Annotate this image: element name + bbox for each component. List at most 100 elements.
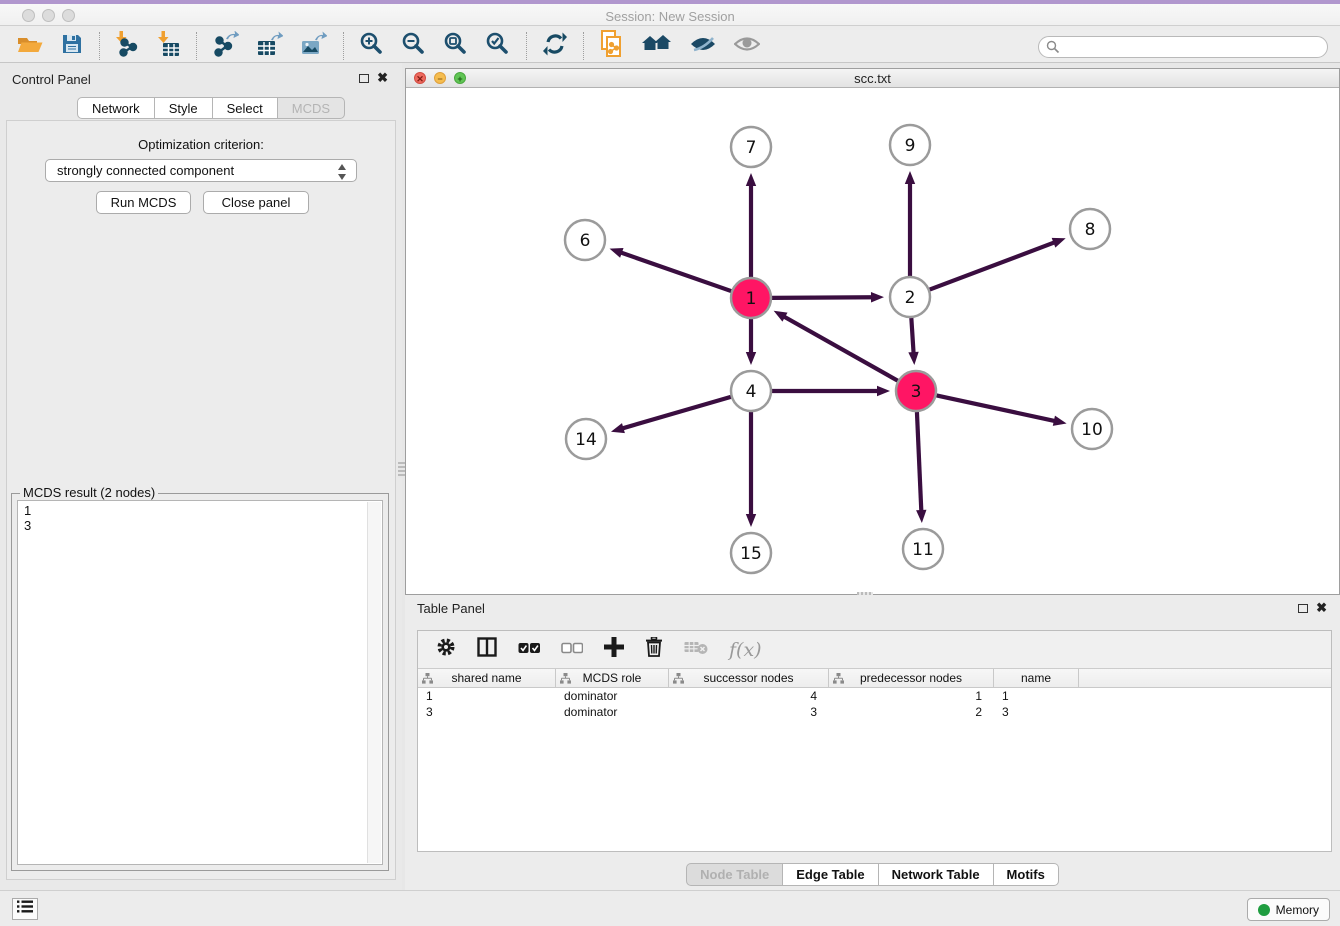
graph-node-label: 14 bbox=[575, 430, 597, 450]
eye-slash-icon bbox=[690, 34, 716, 59]
table-cell[interactable]: 2 bbox=[829, 704, 994, 720]
vertical-splitter-handle[interactable] bbox=[398, 462, 405, 478]
table-cell[interactable]: 3 bbox=[994, 704, 1079, 720]
graph-edge-arrowhead bbox=[871, 292, 884, 302]
export-network-button[interactable] bbox=[204, 31, 248, 61]
graph-edge-2-3[interactable] bbox=[911, 318, 913, 355]
criterion-dropdown[interactable]: strongly connected component bbox=[45, 159, 357, 182]
table-cell[interactable]: 3 bbox=[669, 704, 829, 720]
graph-edge-arrowhead bbox=[746, 352, 756, 365]
graph-edge-2-8[interactable] bbox=[930, 242, 1057, 290]
search-input[interactable] bbox=[1038, 36, 1328, 58]
attribute-tree-icon bbox=[560, 673, 571, 687]
zoom-fit-button[interactable] bbox=[435, 31, 477, 61]
table-cell[interactable]: 4 bbox=[669, 688, 829, 704]
table-row[interactable]: 3dominator323 bbox=[418, 704, 1331, 720]
toolbar-separator bbox=[196, 32, 197, 60]
zoom-in-button[interactable] bbox=[351, 31, 393, 61]
graph-node-label: 10 bbox=[1081, 420, 1103, 440]
tab-motifs[interactable]: Motifs bbox=[994, 863, 1059, 886]
table-cell[interactable]: 1 bbox=[994, 688, 1079, 704]
graph-edge-4-14[interactable] bbox=[621, 397, 731, 429]
tab-select[interactable]: Select bbox=[213, 97, 278, 119]
table-cell[interactable]: 1 bbox=[829, 688, 994, 704]
close-table-panel-icon[interactable]: ✖ bbox=[1316, 600, 1327, 616]
hide-panels-button[interactable] bbox=[681, 31, 725, 61]
table-settings-button[interactable] bbox=[428, 633, 464, 666]
table-panel: Table Panel ✖ f(x) shared name MCDS role… bbox=[405, 595, 1340, 890]
table-cell[interactable]: 1 bbox=[418, 688, 556, 704]
create-column-button[interactable] bbox=[596, 633, 632, 666]
graph-node-label: 15 bbox=[740, 544, 762, 564]
import-table-button[interactable] bbox=[149, 31, 189, 61]
network-window-title: scc.txt bbox=[406, 71, 1339, 86]
attribute-tree-icon bbox=[673, 673, 684, 687]
float-table-panel-icon[interactable] bbox=[1298, 604, 1308, 613]
table-row[interactable]: 1dominator411 bbox=[418, 688, 1331, 704]
scrollbar[interactable] bbox=[367, 502, 381, 863]
close-panel-button[interactable]: Close panel bbox=[203, 191, 309, 214]
table-cell[interactable]: 3 bbox=[418, 704, 556, 720]
tab-node-table[interactable]: Node Table bbox=[686, 863, 783, 886]
column-header-successor-nodes[interactable]: successor nodes bbox=[669, 669, 829, 687]
table-cell[interactable]: dominator bbox=[556, 688, 669, 704]
graph-edge-1-2[interactable] bbox=[772, 297, 874, 298]
delete-table-button[interactable] bbox=[676, 635, 716, 664]
function-builder-button[interactable]: f(x) bbox=[721, 635, 770, 665]
graph-edge-arrowhead bbox=[1053, 416, 1067, 426]
graph-edge-arrowhead bbox=[877, 386, 890, 396]
tab-style[interactable]: Style bbox=[155, 97, 213, 119]
column-header-predecessor-nodes[interactable]: predecessor nodes bbox=[829, 669, 994, 687]
select-all-columns-button[interactable] bbox=[510, 637, 548, 663]
tab-mcds[interactable]: MCDS bbox=[278, 97, 345, 119]
optimization-criterion-label: Optimization criterion: bbox=[7, 137, 395, 152]
network-canvas[interactable]: 7968124314101511 bbox=[406, 88, 1339, 594]
graph-edge-arrowhead bbox=[905, 171, 915, 184]
import-network-button[interactable] bbox=[107, 31, 149, 61]
column-header-shared-name[interactable]: shared name bbox=[418, 669, 556, 687]
home-view-button[interactable] bbox=[633, 31, 681, 61]
close-panel-icon[interactable]: ✖ bbox=[377, 70, 388, 86]
graph-edge-1-6[interactable] bbox=[619, 252, 731, 291]
zoom-selected-button[interactable] bbox=[477, 31, 519, 61]
show-panels-button[interactable] bbox=[725, 31, 769, 61]
open-session-button[interactable] bbox=[8, 31, 52, 61]
column-header-mcds-role[interactable]: MCDS role bbox=[556, 669, 669, 687]
graph-node-label: 2 bbox=[905, 288, 916, 308]
export-table-button[interactable] bbox=[248, 31, 292, 61]
table-panel-title: Table Panel bbox=[417, 601, 485, 616]
memory-label: Memory bbox=[1276, 903, 1319, 917]
graph-edge-3-1[interactable] bbox=[782, 316, 897, 381]
mcds-result-group: MCDS result (2 nodes) 1 3 bbox=[11, 493, 389, 871]
memory-button[interactable]: Memory bbox=[1247, 898, 1330, 921]
task-history-button[interactable] bbox=[12, 898, 38, 920]
clone-network-button[interactable] bbox=[591, 31, 633, 61]
home-houses-icon bbox=[642, 33, 672, 60]
zoom-fit-icon bbox=[444, 32, 468, 61]
graph-edge-3-11[interactable] bbox=[917, 412, 921, 513]
memory-status-icon bbox=[1258, 904, 1270, 916]
zoom-out-button[interactable] bbox=[393, 31, 435, 61]
show-column-panel-button[interactable] bbox=[469, 633, 505, 666]
zoom-selected-icon bbox=[486, 32, 510, 61]
import-table-icon bbox=[158, 31, 180, 62]
run-mcds-button[interactable]: Run MCDS bbox=[96, 191, 191, 214]
graph-edge-3-10[interactable] bbox=[937, 395, 1057, 421]
tab-network-table[interactable]: Network Table bbox=[879, 863, 994, 886]
network-view-window: ✕ − + scc.txt 7968124314101511 bbox=[405, 68, 1340, 595]
apply-layout-button[interactable] bbox=[534, 31, 576, 61]
graph-node-label: 4 bbox=[746, 382, 757, 402]
export-image-button[interactable] bbox=[292, 31, 336, 61]
mcds-result-text[interactable]: 1 3 bbox=[17, 500, 383, 865]
delete-column-button[interactable] bbox=[637, 633, 671, 666]
tab-network[interactable]: Network bbox=[77, 97, 155, 119]
table-cell[interactable]: dominator bbox=[556, 704, 669, 720]
column-header-name[interactable]: name bbox=[994, 669, 1079, 687]
save-session-button[interactable] bbox=[52, 31, 92, 61]
float-panel-icon[interactable] bbox=[359, 74, 369, 83]
graph-edge-arrowhead bbox=[908, 352, 918, 365]
window-titlebar: Session: New Session bbox=[0, 0, 1340, 26]
deselect-all-columns-button[interactable] bbox=[553, 637, 591, 663]
graph-edge-arrowhead bbox=[746, 173, 756, 186]
tab-edge-table[interactable]: Edge Table bbox=[783, 863, 878, 886]
